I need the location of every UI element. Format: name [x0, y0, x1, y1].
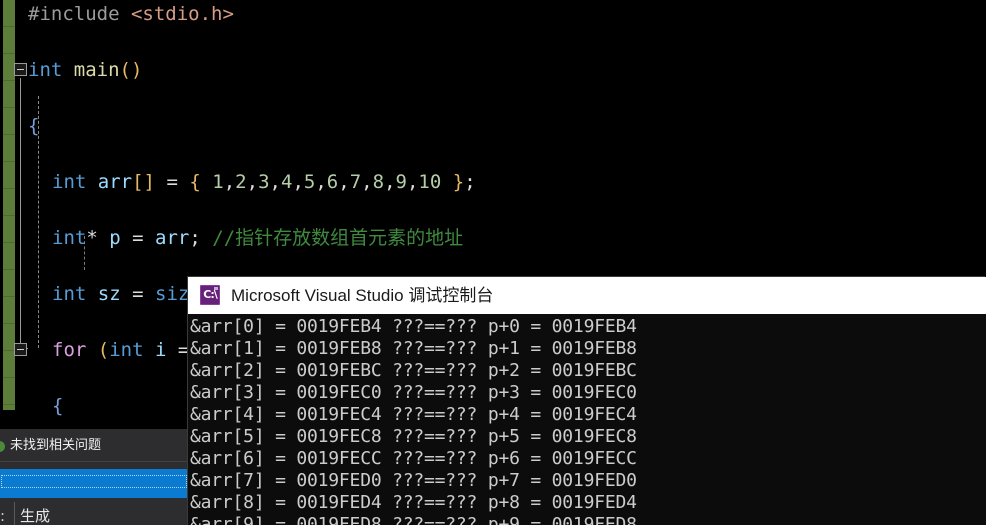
- console-output-line: &arr[3] = 0019FEC0 ???==??? p+3 = 0019FE…: [190, 382, 637, 403]
- build-prefix: :: [0, 507, 6, 525]
- code-line-pointer-decl-text: int* p = arr; //指针存放数组首元素的地址: [52, 227, 464, 249]
- build-row[interactable]: : 生成: [0, 502, 188, 525]
- bottom-left-panel[interactable]: 未找到相关问题 : 生成: [0, 429, 188, 525]
- console-title-label: Microsoft Visual Studio 调试控制台: [231, 286, 494, 305]
- code-line-open-brace-1-text: {: [28, 115, 40, 137]
- console-app-icon: C:\: [200, 285, 220, 305]
- console-icon-glyph: C:\: [203, 288, 218, 301]
- code-line-include-text: #include <stdio.h>: [28, 3, 234, 25]
- build-label: 生成: [20, 507, 51, 525]
- selected-list-row[interactable]: [0, 469, 188, 498]
- console-output-area[interactable]: &arr[0] = 0019FEB4 ???==??? p+0 = 0019FE…: [188, 314, 986, 525]
- code-line-array-decl-text: int arr[] = { 1,2,3,4,5,6,7,8,9,10 };: [52, 171, 476, 193]
- console-output-line: &arr[5] = 0019FEC8 ???==??? p+5 = 0019FE…: [190, 426, 637, 447]
- focus-outline: [1, 475, 187, 488]
- console-output-line: &arr[2] = 0019FEBC ???==??? p+2 = 0019FE…: [190, 360, 637, 381]
- code-line-open-brace-2-text: {: [52, 395, 64, 417]
- code-line-main[interactable]: int main(): [0, 56, 986, 84]
- console-output-line: &arr[4] = 0019FEC4 ???==??? p+4 = 0019FE…: [190, 404, 637, 425]
- code-line-open-brace-1[interactable]: {: [0, 112, 986, 140]
- console-output-line: &arr[7] = 0019FED0 ???==??? p+7 = 0019FE…: [190, 470, 637, 491]
- fold-toggle-for-icon[interactable]: [14, 343, 27, 356]
- code-line-include[interactable]: #include <stdio.h>: [0, 0, 986, 28]
- screen-root: #include <stdio.h> int main() { int arr[…: [0, 0, 986, 525]
- console-output-line: &arr[6] = 0019FECC ???==??? p+6 = 0019FE…: [190, 448, 637, 469]
- console-output-line: &arr[9] = 0019FED8 ???==??? p+9 = 0019FE…: [190, 514, 637, 525]
- console-title-bar[interactable]: C:\ Microsoft Visual Studio 调试控制台: [188, 277, 986, 314]
- panel-separator: [0, 461, 188, 462]
- console-output-line: &arr[8] = 0019FED4 ???==??? p+8 = 0019FE…: [190, 492, 637, 513]
- debug-console-window[interactable]: C:\ Microsoft Visual Studio 调试控制台 &arr[0…: [188, 277, 986, 525]
- issues-label: 未找到相关问题: [10, 438, 102, 453]
- issue-status-icon: [0, 441, 5, 452]
- code-line-main-text: int main(): [28, 59, 143, 81]
- console-output-line: &arr[0] = 0019FEB4 ???==??? p+0 = 0019FE…: [190, 316, 637, 337]
- code-line-array-decl[interactable]: int arr[] = { 1,2,3,4,5,6,7,8,9,10 };: [0, 168, 986, 196]
- issues-row[interactable]: 未找到相关问题: [0, 432, 188, 460]
- code-line-pointer-decl[interactable]: int* p = arr; //指针存放数组首元素的地址: [0, 224, 986, 252]
- fold-toggle-main-icon[interactable]: [14, 63, 27, 76]
- console-output-line: &arr[1] = 0019FEB8 ???==??? p+1 = 0019FE…: [190, 338, 637, 359]
- code-comment-pointer: //指针存放数组首元素的地址: [212, 227, 464, 249]
